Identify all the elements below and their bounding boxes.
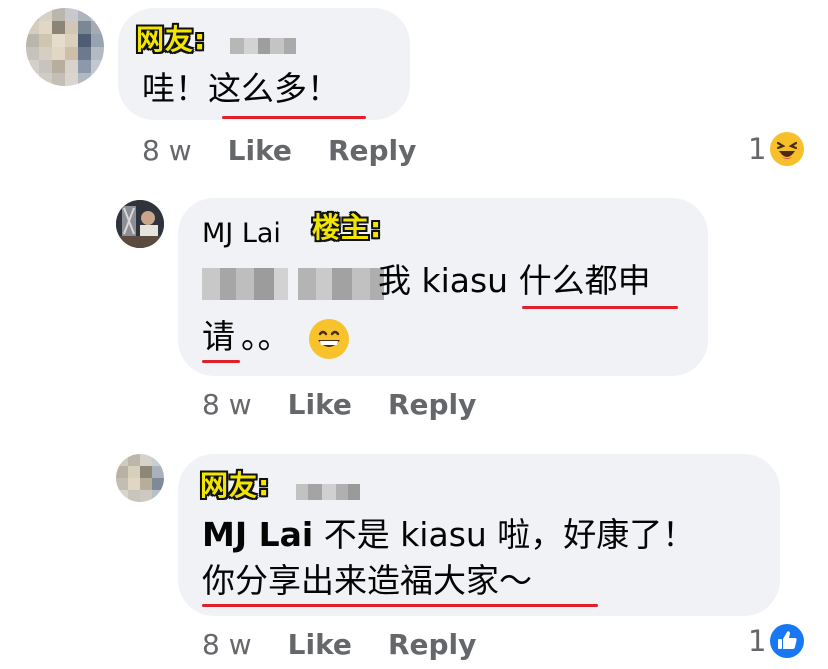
commenter-avatar[interactable] <box>26 8 104 86</box>
reply-button[interactable]: Reply <box>388 628 476 661</box>
commenter-avatar[interactable] <box>116 454 164 502</box>
comment-bubble: 网友: 哇！这么多！ <box>118 8 410 120</box>
reply-text-part: 不是 kiasu 啦，好康了！ <box>313 515 696 554</box>
reply-text-part: 。。 <box>241 317 291 356</box>
reaction-count: 1 <box>748 624 767 658</box>
reply-bubble: 网友: MJ Lai 不是 kiasu 啦，好康了！ 你分享出来造福大家～ <box>178 454 780 616</box>
reply-text-line1: 我 kiasu 什么都申 <box>378 262 651 300</box>
reply-button[interactable]: Reply <box>328 134 416 167</box>
author-tag: 楼主: <box>312 211 383 244</box>
reply-text-part: 请 <box>202 317 235 356</box>
reply-age[interactable]: 8 w <box>202 628 252 661</box>
reply-text-line2: 你分享出来造福大家～ <box>202 562 532 600</box>
reaction-count: 1 <box>748 132 767 166</box>
reply-text-part: 你分享出来造福大家～ <box>202 561 532 600</box>
blurred-mention <box>202 268 384 300</box>
blurred-name <box>296 484 360 500</box>
like-button[interactable]: Like <box>288 388 352 421</box>
highlight-underline <box>522 306 678 309</box>
author-avatar[interactable] <box>116 200 164 248</box>
comment-age[interactable]: 8 w <box>142 134 192 167</box>
commenter-tag: 网友: <box>200 469 271 502</box>
highlight-underline <box>222 116 366 119</box>
blurred-name <box>230 38 296 54</box>
haha-icon <box>770 132 805 166</box>
author-name[interactable]: MJ Lai <box>202 218 281 249</box>
highlight-underline <box>202 360 240 363</box>
reaction-summary[interactable]: 1 <box>748 132 805 166</box>
reaction-summary[interactable]: 1 <box>748 624 805 658</box>
reply-meta: 8 w Like Reply <box>202 388 512 421</box>
reply-text-part: 我 kiasu <box>378 261 519 300</box>
reply-meta: 8 w Like Reply <box>202 628 512 661</box>
comment-text-part: 这么多！ <box>208 69 340 108</box>
reply-text-line2: 请。。 <box>202 318 349 359</box>
reply-text-part: 什么都申 <box>518 261 651 300</box>
commenter-tag: 网友: <box>136 23 207 56</box>
reply-button[interactable]: Reply <box>388 388 476 421</box>
comment-text-part: 哇！ <box>142 69 208 108</box>
highlight-underline <box>202 604 598 607</box>
reply-text-line1: MJ Lai 不是 kiasu 啦，好康了！ <box>202 516 695 554</box>
grinning-face-icon <box>309 318 349 359</box>
like-button[interactable]: Like <box>288 628 352 661</box>
mention-link[interactable]: MJ Lai <box>202 515 313 554</box>
reply-bubble: MJ Lai 楼主: 我 kiasu 什么都申 请。。 <box>178 198 708 376</box>
reply-age[interactable]: 8 w <box>202 388 252 421</box>
like-button[interactable]: Like <box>228 134 292 167</box>
comment-text: 哇！这么多！ <box>142 70 340 108</box>
comment-meta: 8 w Like Reply <box>142 134 452 167</box>
like-icon <box>770 624 805 658</box>
